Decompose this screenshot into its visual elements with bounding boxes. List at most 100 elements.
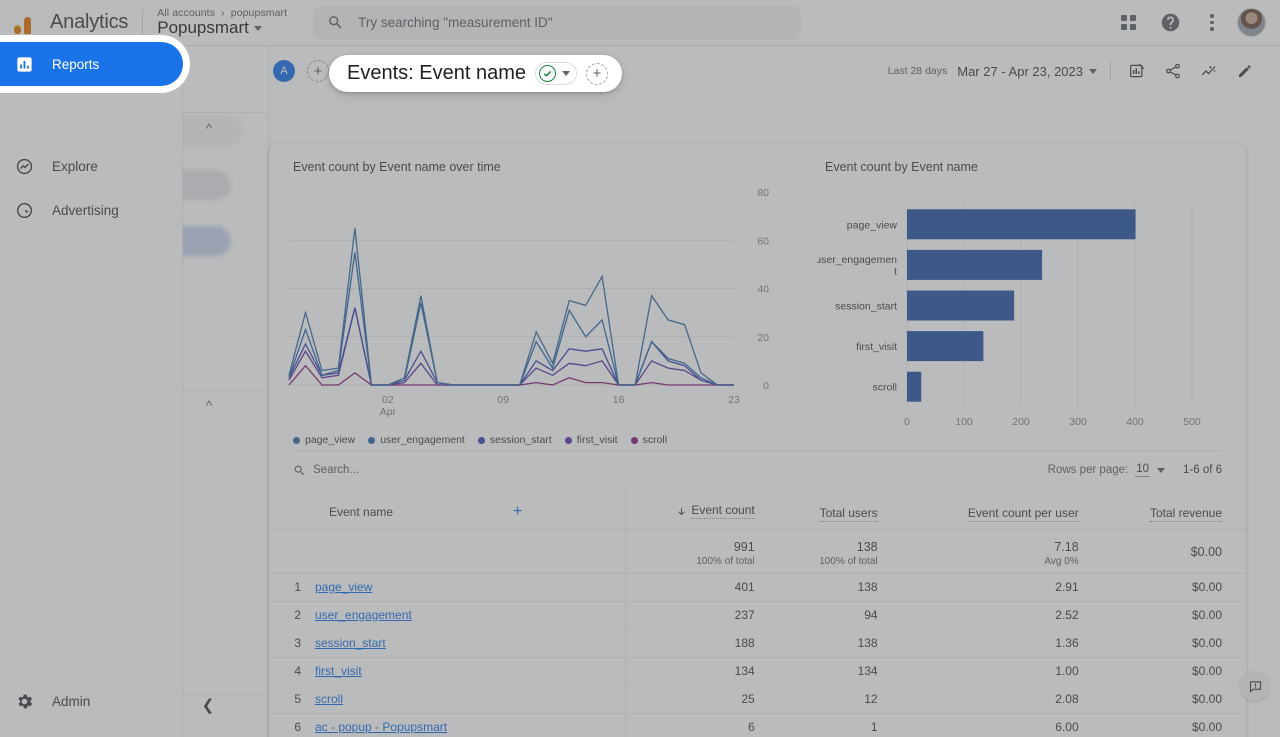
collapse-nav-button[interactable]: ❮: [194, 691, 222, 719]
row-name-cell: user_engagement: [315, 601, 626, 630]
report-title-pill[interactable]: Events: Event name +: [329, 55, 622, 92]
analytics-logo-icon: [14, 10, 40, 36]
add-report-element-button[interactable]: +: [585, 62, 608, 85]
report-status-dropdown[interactable]: [534, 62, 577, 85]
add-comparison-button[interactable]: +: [307, 60, 329, 82]
compare-icon[interactable]: [1124, 58, 1150, 84]
insights-icon[interactable]: [1196, 58, 1222, 84]
bar-user_engagement[interactable]: [907, 249, 1043, 280]
subnav-item-selected[interactable]: [183, 226, 231, 256]
events-table: Event name + Event count Total users Eve…: [269, 489, 1246, 737]
row-revenue: $0.00: [1102, 573, 1246, 602]
line-chart[interactable]: 0 20 40 60 80 02Apr 09 16 23: [279, 180, 819, 425]
bar-chart[interactable]: 0 100 200 300 400 500 page_view user_engagement…: [815, 182, 1217, 444]
legend-item[interactable]: session_start: [477, 434, 552, 446]
table-totals: 991 100% of total 138 100% of total 7.18…: [269, 529, 1246, 574]
sidebar-item-label: Explore: [52, 158, 98, 174]
apps-grid-button[interactable]: [1111, 6, 1145, 40]
row-event-count: 188: [624, 629, 779, 658]
analytics-page: Analytics All accounts › popupsmart Popu…: [0, 0, 1280, 737]
add-dimension-icon[interactable]: +: [513, 503, 522, 520]
more-options-button[interactable]: [1195, 6, 1229, 40]
account-selector[interactable]: All accounts › popupsmart Popupsmart: [157, 7, 287, 38]
bar-first_visit[interactable]: [907, 331, 984, 362]
help-button[interactable]: [1153, 6, 1187, 40]
legend-dot: [293, 436, 300, 444]
table-row[interactable]: 5 scroll 25 12 2.08 $0.00: [269, 685, 1246, 714]
date-controls: Last 28 days Mar 27 - Apr 23, 2023: [888, 58, 1258, 84]
legend-item[interactable]: first_visit: [564, 434, 618, 446]
subnav-collapsible-header[interactable]: [183, 116, 243, 146]
column-header-event-count[interactable]: Event count: [624, 489, 779, 530]
y-axis-tick: 60: [757, 235, 769, 247]
date-range-button[interactable]: Mar 27 - Apr 23, 2023: [957, 64, 1097, 79]
sidebar-item-label: Admin: [52, 693, 91, 709]
bar-session_start[interactable]: [907, 290, 1015, 321]
account-name-label: Popupsmart: [157, 18, 249, 37]
table-row[interactable]: 6 ac - popup - Popupsmart 6 1 6.00 $0.00: [269, 713, 1246, 737]
brand-title: Analytics: [50, 11, 129, 33]
search-input[interactable]: Try searching "measurement ID": [313, 5, 802, 40]
column-header-event-count-per-user[interactable]: Event count per user: [901, 489, 1103, 530]
edit-pencil-icon[interactable]: [1232, 58, 1258, 84]
x-axis-tick: 500: [1183, 416, 1201, 428]
table-row[interactable]: 2 user_engagement 237 94 2.52 $0.00: [269, 601, 1246, 630]
rows-per-page[interactable]: Rows per page: 10: [1048, 463, 1165, 477]
row-event-count: 25: [624, 685, 779, 714]
bar-page_view[interactable]: [907, 209, 1136, 240]
row-name-cell: scroll: [315, 685, 626, 714]
row-index: 6: [269, 713, 315, 737]
table-row[interactable]: 4 first_visit 134 134 1.00 $0.00: [269, 657, 1246, 686]
row-name-link[interactable]: session_start: [315, 636, 386, 650]
legend-label: user_engagement: [380, 434, 465, 446]
row-name-link[interactable]: first_visit: [315, 664, 362, 678]
column-header-total-revenue[interactable]: Total revenue: [1102, 489, 1246, 530]
sidebar-item-explore[interactable]: Explore: [0, 146, 170, 186]
legend-item[interactable]: user_engagement: [368, 434, 465, 446]
chevron-up-icon[interactable]: ^: [206, 121, 212, 136]
table-row[interactable]: 3 session_start 188 138 1.36 $0.00: [269, 629, 1246, 658]
arrow-down-icon: [678, 507, 686, 515]
x-axis-tick: 16: [613, 394, 625, 406]
totals-total-users: 138 100% of total: [778, 529, 902, 574]
reports-bar-chart-icon: [14, 54, 34, 74]
gear-icon: [14, 691, 34, 711]
audience-chip[interactable]: A: [273, 60, 295, 82]
row-name-link[interactable]: page_view: [315, 580, 372, 594]
feedback-button[interactable]: [1240, 671, 1270, 701]
column-header-total-users[interactable]: Total users: [778, 489, 902, 530]
row-index: 3: [269, 629, 315, 658]
sidebar-item-advertising[interactable]: Advertising: [0, 190, 170, 230]
legend-item[interactable]: page_view: [293, 434, 355, 446]
totals-value: 991: [733, 539, 755, 554]
chevron-up-icon[interactable]: ^: [206, 398, 212, 413]
row-name-link[interactable]: ac - popup - Popupsmart: [315, 720, 447, 734]
account-name[interactable]: Popupsmart: [157, 18, 287, 38]
y-axis-tick: 20: [757, 332, 769, 344]
table-row[interactable]: 1 page_view 401 138 2.91 $0.00: [269, 573, 1246, 602]
table-search-input[interactable]: Search...: [293, 464, 359, 477]
sidebar-item-admin[interactable]: Admin: [0, 681, 170, 721]
bar-scroll[interactable]: [907, 371, 922, 402]
dimension-header[interactable]: Event name +: [269, 489, 626, 530]
row-name-cell: page_view: [315, 573, 626, 602]
totals-per-user: 7.18 Avg 0%: [901, 529, 1103, 574]
advertising-target-icon: [14, 200, 34, 220]
bar-category-label: session_start: [835, 301, 897, 313]
avatar[interactable]: [1237, 8, 1266, 37]
x-axis-tick: 23: [728, 394, 740, 406]
search-placeholder: Try searching "measurement ID": [358, 15, 553, 30]
sidebar-item-reports[interactable]: Reports: [0, 42, 183, 86]
legend-label: first_visit: [576, 434, 618, 446]
row-name-link[interactable]: user_engagement: [315, 608, 412, 622]
row-index: 4: [269, 657, 315, 686]
subnav-item[interactable]: [183, 170, 231, 200]
search-icon: [294, 465, 305, 475]
legend-label: page_view: [305, 434, 356, 446]
left-sidebar: Home Explore Advertising Admin: [0, 46, 183, 737]
share-icon[interactable]: [1160, 58, 1186, 84]
row-name-link[interactable]: scroll: [315, 692, 343, 706]
legend-item[interactable]: scroll: [630, 434, 667, 446]
more-vert-icon: [1210, 14, 1214, 31]
